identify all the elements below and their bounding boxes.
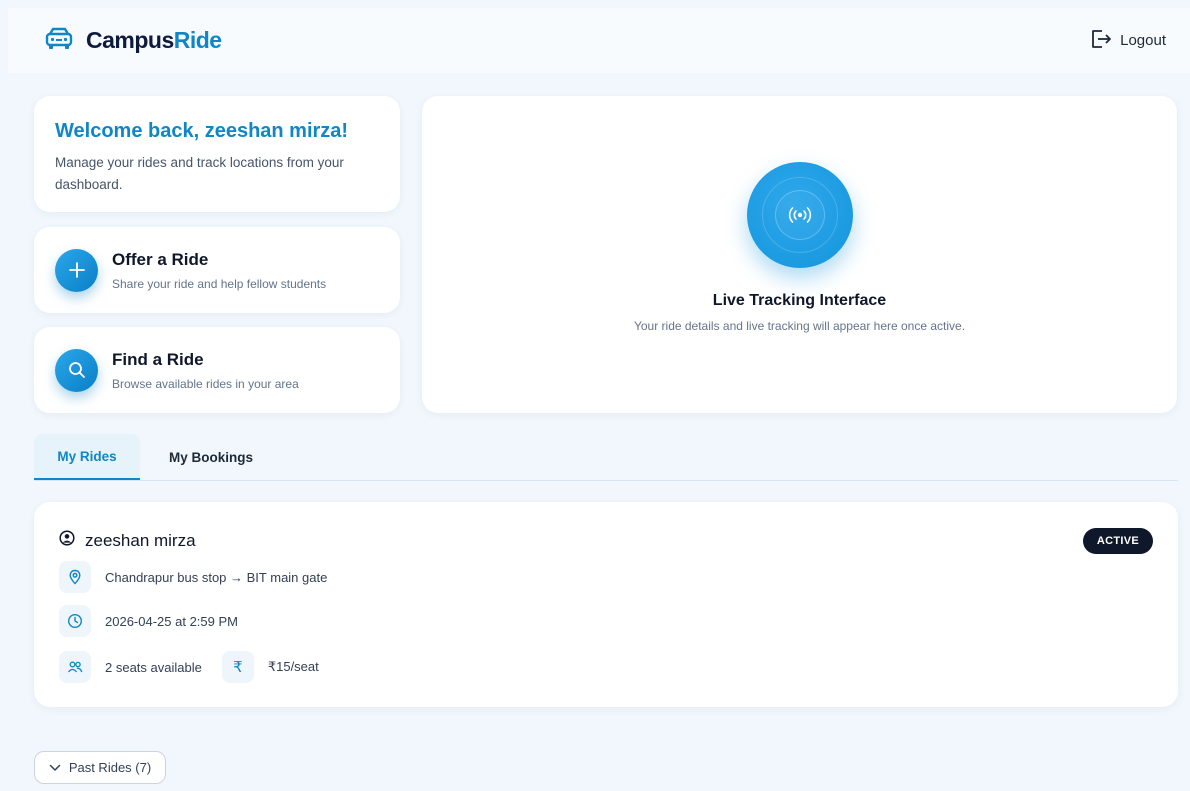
tracking-subtitle: Your ride details and live tracking will… bbox=[633, 319, 966, 333]
live-tracking-panel: Live Tracking Interface Your ride detail… bbox=[422, 96, 1177, 413]
find-ride-title: Find a Ride bbox=[112, 349, 204, 369]
map-pin-icon bbox=[59, 561, 91, 593]
tab-my-rides[interactable]: My Rides bbox=[34, 434, 140, 480]
route-row: Chandrapur bus stop → BIT main gate bbox=[59, 561, 327, 593]
seats-price-row: 2 seats available ₹ ₹15/seat bbox=[59, 651, 319, 683]
tracking-title: Live Tracking Interface bbox=[712, 292, 887, 309]
offer-ride-card[interactable]: Offer a Ride Share your ride and help fe… bbox=[34, 227, 400, 313]
welcome-subtitle: Manage your rides and track locations fr… bbox=[55, 155, 344, 192]
tab-my-bookings[interactable]: My Bookings bbox=[140, 434, 282, 480]
route-text: Chandrapur bus stop → BIT main gate bbox=[105, 569, 328, 585]
brand-name: CampusRide bbox=[86, 27, 222, 54]
search-icon bbox=[55, 348, 98, 392]
logout-icon bbox=[1090, 29, 1112, 53]
car-icon bbox=[44, 26, 74, 55]
logout-label: Logout bbox=[1120, 32, 1166, 49]
rides-tabs: My Rides My Bookings bbox=[34, 434, 1178, 481]
radio-signal-icon bbox=[746, 162, 853, 268]
rider-row: zeeshan mirza bbox=[59, 530, 196, 551]
rider-name: zeeshan mirza bbox=[85, 530, 196, 550]
plus-icon bbox=[55, 248, 98, 292]
top-header: CampusRide Logout bbox=[8, 8, 1190, 73]
rupee-glyph: ₹ bbox=[233, 659, 243, 676]
users-icon bbox=[59, 651, 91, 683]
datetime-row: 2026-04-25 at 2:59 PM bbox=[59, 605, 238, 637]
status-badge: ACTIVE bbox=[1082, 528, 1153, 554]
price-text: ₹15/seat bbox=[267, 659, 319, 674]
find-ride-card[interactable]: Find a Ride Browse available rides in yo… bbox=[34, 327, 400, 413]
past-rides-toggle[interactable]: Past Rides (7) bbox=[34, 751, 166, 784]
welcome-title: Welcome back, zeeshan mirza! bbox=[55, 120, 349, 142]
offer-ride-title: Offer a Ride bbox=[112, 249, 209, 269]
ride-card: zeeshan mirza ACTIVE Chandrapur bus stop… bbox=[34, 502, 1178, 707]
seats-text: 2 seats available bbox=[105, 659, 202, 675]
find-ride-subtitle: Browse available rides in your area bbox=[112, 376, 299, 391]
offer-ride-subtitle: Share your ride and help fellow students bbox=[112, 276, 327, 291]
chevron-down-icon bbox=[49, 760, 61, 775]
brand-name-part1: Campus bbox=[86, 27, 174, 53]
brand[interactable]: CampusRide bbox=[44, 26, 222, 55]
past-rides-label: Past Rides (7) bbox=[68, 760, 152, 775]
datetime-text: 2026-04-25 at 2:59 PM bbox=[105, 613, 238, 629]
logout-button[interactable]: Logout bbox=[1090, 29, 1166, 53]
clock-icon bbox=[59, 605, 91, 637]
user-circle-icon bbox=[59, 530, 75, 551]
brand-name-part2: Ride bbox=[173, 27, 222, 53]
rupee-icon: ₹ bbox=[221, 651, 254, 683]
welcome-card: Welcome back, zeeshan mirza! Manage your… bbox=[34, 96, 400, 212]
